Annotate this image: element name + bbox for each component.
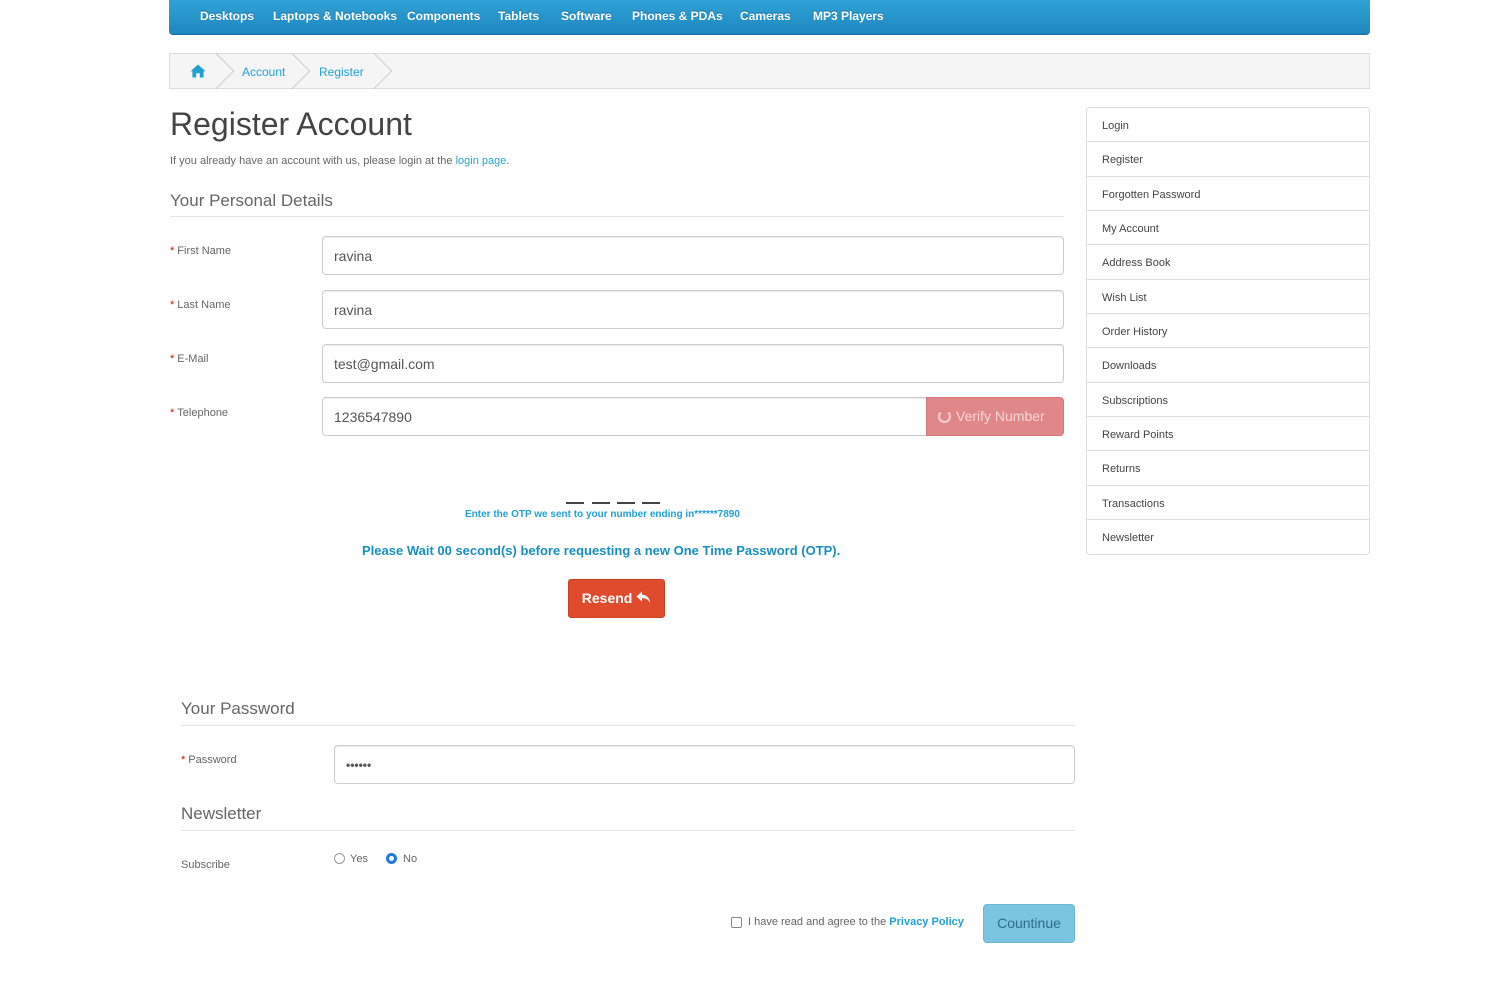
sidebar-item-forgotten-password[interactable]: Forgotten Password — [1087, 177, 1369, 212]
email-label-text: E-Mail — [177, 353, 209, 365]
privacy-agree-text: I have read and agree to the Privacy Pol… — [748, 916, 964, 928]
telephone-label-text: Telephone — [177, 407, 229, 419]
password-input[interactable]: •••••• — [334, 745, 1075, 784]
required-mark: * — [170, 407, 175, 419]
menu-item-mp3-players[interactable]: MP3 Players — [813, 9, 884, 23]
menu-item-laptops-notebooks[interactable]: Laptops & Notebooks — [273, 9, 397, 23]
telephone-label: * Telephone — [170, 407, 228, 419]
breadcrumb-separator — [197, 52, 235, 90]
first-name-label: * First Name — [170, 245, 231, 257]
required-mark: * — [170, 299, 175, 311]
legend-divider — [181, 830, 1075, 831]
otp-wait-message: Please Wait 00 second(s) before requesti… — [362, 543, 841, 558]
password-legend: Your Password — [181, 699, 295, 718]
subscribe-no-radio[interactable] — [386, 853, 397, 864]
required-mark: * — [170, 245, 175, 257]
legend-divider — [181, 725, 1075, 726]
continue-button[interactable]: Countinue — [983, 904, 1075, 943]
top-menu: Desktops Laptops & Notebooks Components … — [169, 0, 1370, 35]
menu-item-software[interactable]: Software — [561, 9, 612, 23]
password-label-text: Password — [188, 754, 237, 766]
last-name-label: * Last Name — [170, 299, 230, 311]
legend-divider — [170, 216, 1064, 217]
sidebar-item-login[interactable]: Login — [1087, 108, 1369, 143]
sidebar-item-reward-points[interactable]: Reward Points — [1087, 417, 1369, 452]
telephone-input[interactable]: 1236547890 — [322, 397, 928, 436]
password-label: * Password — [181, 754, 237, 766]
privacy-agree-checkbox[interactable] — [731, 917, 742, 928]
breadcrumb-separator — [355, 52, 393, 90]
required-mark: * — [181, 754, 186, 766]
sidebar-item-wish-list[interactable]: Wish List — [1087, 280, 1369, 315]
sidebar-item-returns[interactable]: Returns — [1087, 451, 1369, 486]
menu-item-cameras[interactable]: Cameras — [740, 9, 791, 23]
account-sidebar: Login Register Forgotten Password My Acc… — [1086, 107, 1370, 556]
personal-details-legend: Your Personal Details — [170, 191, 333, 210]
login-page-link[interactable]: login page — [456, 155, 507, 167]
reply-icon — [636, 591, 651, 603]
spinner-icon — [938, 410, 951, 423]
intro-suffix: . — [506, 155, 510, 167]
newsletter-legend: Newsletter — [181, 804, 262, 823]
sidebar-item-newsletter[interactable]: Newsletter — [1087, 520, 1369, 554]
sidebar-item-register[interactable]: Register — [1087, 142, 1369, 177]
intro-text: If you already have an account with us, … — [170, 155, 509, 167]
agree-label: I have read and agree to the — [748, 916, 890, 928]
last-name-label-text: Last Name — [177, 299, 231, 311]
menu-item-phones-pdas[interactable]: Phones & PDAs — [632, 9, 723, 23]
page-title: Register Account — [170, 106, 412, 142]
otp-instruction: Enter the OTP we sent to your number end… — [465, 509, 740, 520]
verify-number-label: Verify Number — [956, 408, 1045, 424]
last-name-input[interactable]: ravina — [322, 290, 1064, 329]
sidebar-item-address-book[interactable]: Address Book — [1087, 245, 1369, 280]
menu-item-desktops[interactable]: Desktops — [200, 9, 254, 23]
subscribe-label: Subscribe — [181, 859, 230, 871]
menu-item-tablets[interactable]: Tablets — [498, 9, 539, 23]
verify-number-button[interactable]: Verify Number — [926, 397, 1064, 436]
intro-prefix: If you already have an account with us, … — [170, 155, 456, 167]
sidebar-item-transactions[interactable]: Transactions — [1087, 486, 1369, 521]
sidebar-item-downloads[interactable]: Downloads — [1087, 348, 1369, 383]
menu-item-components[interactable]: Components — [407, 9, 480, 23]
otp-digit-input[interactable] — [592, 502, 610, 504]
sidebar-item-my-account[interactable]: My Account — [1087, 211, 1369, 246]
sidebar-item-order-history[interactable]: Order History — [1087, 314, 1369, 349]
subscribe-yes-label[interactable]: Yes — [350, 853, 368, 865]
first-name-input[interactable]: ravina — [322, 236, 1064, 275]
subscribe-yes-radio[interactable] — [334, 853, 345, 864]
breadcrumb: Account Register — [169, 52, 1370, 90]
first-name-label-text: First Name — [177, 245, 232, 257]
email-input[interactable]: test@gmail.com — [322, 344, 1064, 383]
otp-digit-input[interactable] — [642, 502, 660, 504]
otp-digit-input[interactable] — [566, 502, 584, 504]
breadcrumb-separator — [273, 52, 311, 90]
resend-button[interactable]: Resend — [568, 579, 665, 618]
required-mark: * — [170, 353, 175, 365]
email-label: * E-Mail — [170, 353, 208, 365]
privacy-policy-link[interactable]: Privacy Policy — [889, 916, 964, 928]
otp-digit-input[interactable] — [617, 502, 635, 504]
subscribe-no-label[interactable]: No — [403, 853, 417, 865]
sidebar-item-subscriptions[interactable]: Subscriptions — [1087, 383, 1369, 418]
resend-label: Resend — [581, 590, 633, 606]
